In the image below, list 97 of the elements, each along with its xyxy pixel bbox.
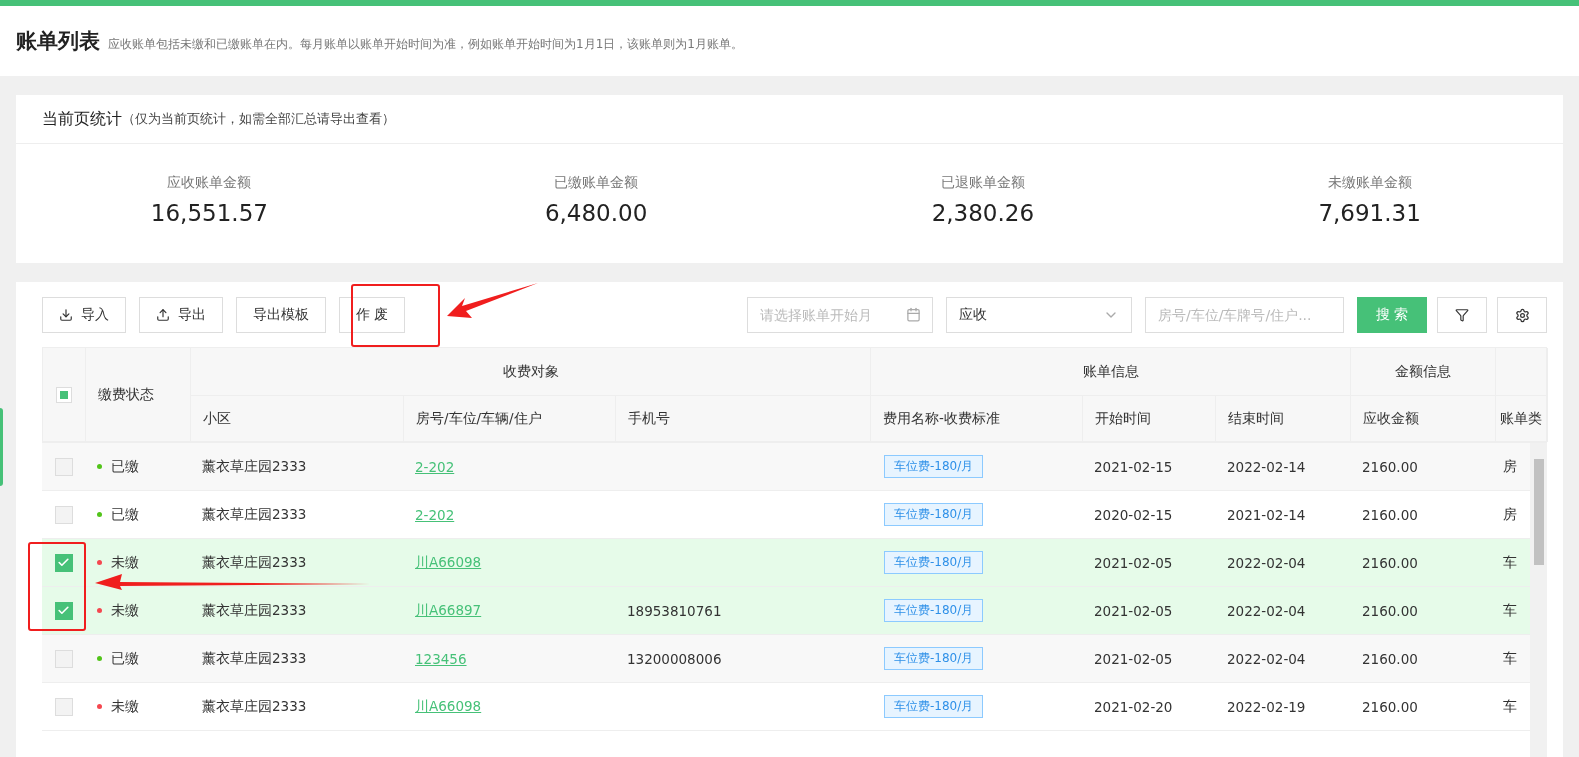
table-cell-text: 2021-02-15 [1093, 458, 1173, 475]
status-text: 已缴 [111, 457, 139, 476]
fee-tag: 车位费-180/月 [884, 647, 984, 670]
table-cell-text: 2021-02-05 [1093, 554, 1173, 571]
table-cell-text: 薰衣草庄园2333 [201, 457, 307, 476]
search-field[interactable]: 房号/车位/车牌号/住户... [1145, 297, 1344, 333]
row-checkbox[interactable] [54, 505, 73, 524]
table-cell-text: 2022-02-14 [1226, 458, 1306, 475]
fee-tag: 车位费-180/月 [884, 503, 984, 526]
table-cell-text: 车 [1502, 697, 1517, 716]
table-cell-text: 2022-02-04 [1226, 650, 1306, 667]
check-icon [57, 556, 70, 569]
month-field[interactable]: 请选择账单开始月 [747, 297, 933, 333]
table-cell-text: 2021-02-20 [1093, 698, 1173, 715]
table-cell-text: 薰衣草庄园2333 [201, 553, 307, 572]
toolbar-button[interactable]: 作 废 [339, 297, 406, 333]
column-header: 应收金额 [1363, 409, 1419, 428]
group-header: 账单信息 [1082, 362, 1139, 381]
toolbar-button[interactable]: 导出模板 [236, 297, 326, 333]
page-title: 账单列表 [16, 28, 100, 55]
table-cell-text: 2022-02-04 [1226, 602, 1306, 619]
filter-icon [1455, 308, 1469, 322]
fee-tag: 车位费-180/月 [884, 455, 984, 478]
status-text: 未缴 [111, 697, 139, 716]
stat-value: 7,691.31 [1318, 200, 1421, 226]
table-row[interactable]: 未缴 薰衣草庄园2333 川A66098 车位费-180/月 2021-02-05 2022-02-04 2160.00 车 [42, 539, 1530, 587]
toolbar-button[interactable]: 导出 [139, 297, 223, 333]
column-header: 开始时间 [1095, 409, 1151, 428]
column-header: 结束时间 [1228, 409, 1284, 428]
table-cell-text: 房 [1502, 457, 1517, 476]
filter-button[interactable] [1437, 297, 1487, 333]
fee-tag: 车位费-180/月 [884, 695, 984, 718]
group-header: 金额信息 [1395, 362, 1451, 381]
settings-button[interactable] [1497, 297, 1547, 333]
stat-label: 未缴账单金额 [1327, 174, 1412, 192]
scrollbar[interactable] [1530, 443, 1547, 757]
table-cell-text: 2021-02-05 [1093, 650, 1173, 667]
table-cell-text: 18953810761 [626, 602, 722, 619]
column-header: 房号/车位/车辆/住户 [416, 409, 542, 428]
column-header: 缴费状态 [98, 385, 154, 404]
check-icon [57, 604, 70, 617]
table-cell-text: 2021-02-14 [1226, 506, 1306, 523]
fee-tag: 车位费-180/月 [884, 551, 984, 574]
stats-title: 当前页统计 [42, 108, 122, 130]
fee-tag: 车位费-180/月 [884, 599, 984, 622]
row-checkbox[interactable] [54, 697, 73, 716]
calendar-icon [906, 307, 921, 322]
table-cell-text: 薰衣草庄园2333 [201, 505, 307, 524]
status-text: 已缴 [111, 505, 139, 524]
table-cell-text: 2160.00 [1361, 698, 1418, 715]
row-checkbox[interactable] [54, 649, 73, 668]
table-cell-text: 2022-02-04 [1226, 554, 1306, 571]
table-cell-text: 2160.00 [1361, 506, 1418, 523]
row-checkbox[interactable] [54, 601, 73, 620]
stat-label: 已缴账单金额 [554, 174, 639, 192]
table-cell-text: 车 [1502, 601, 1517, 620]
table-cell-text: 2022-02-19 [1226, 698, 1306, 715]
toolbar-button[interactable]: 导入 [42, 297, 126, 333]
download-icon [59, 308, 73, 322]
row-checkbox[interactable] [54, 457, 73, 476]
page-description: 应收账单包括未缴和已缴账单在内。每月账单以账单开始时间为准，例如账单开始时间为1月1日，该账单则为1月账单。 [108, 35, 743, 53]
status-text: 未缴 [111, 553, 139, 572]
table-cell-text: 薰衣草庄园2333 [201, 601, 307, 620]
table-cell-text: 车 [1502, 553, 1517, 572]
column-header: 手机号 [628, 409, 670, 428]
stat-value: 6,480.00 [544, 200, 648, 226]
table-row[interactable]: 已缴 薰衣草庄园2333 123456 13200008006 车位费-180/月 2021-02-05 2022-02-04 2160.00 车 [42, 635, 1530, 683]
stat-value: 2,380.26 [931, 200, 1035, 226]
table-cell-text: 2020-02-15 [1093, 506, 1173, 523]
column-header: 账单类 [1500, 409, 1542, 428]
status-text: 已缴 [111, 649, 139, 668]
table-row[interactable]: 未缴 薰衣草庄园2333 川A66897 18953810761 车位费-180/月 2021-02-05 2022-02-04 2160.00 车 [42, 587, 1530, 635]
table-cell-text: 车 [1502, 649, 1517, 668]
table-cell-text: 2160.00 [1361, 554, 1418, 571]
upload-icon [156, 308, 170, 322]
table-cell-text: 薰衣草庄园2333 [201, 697, 307, 716]
settings-icon [1514, 307, 1530, 323]
type-select[interactable]: 应收 [946, 297, 1132, 333]
table-cell-text: 薰衣草庄园2333 [201, 649, 307, 668]
table-cell-text: 2160.00 [1361, 458, 1418, 475]
stat-value: 16,551.57 [150, 200, 268, 226]
status-text: 未缴 [111, 601, 139, 620]
table-cell-text: 2160.00 [1361, 650, 1418, 667]
column-header: 小区 [203, 409, 231, 428]
table-cell-text: 房 [1502, 505, 1517, 524]
group-header: 收费对象 [502, 362, 559, 381]
table-cell-text: 13200008006 [626, 650, 722, 667]
select-all-checkbox[interactable] [56, 386, 72, 403]
table-row[interactable]: 已缴 薰衣草庄园2333 2-202 车位费-180/月 2021-02-15 2022-02-14 2160.00 房 [42, 443, 1530, 491]
stats-note: （仅为当前页统计，如需全部汇总请导出查看） [122, 110, 395, 128]
table-cell-text: 2021-02-05 [1093, 602, 1173, 619]
column-header: 费用名称-收费标准 [883, 409, 1000, 428]
table-cell-text: 2160.00 [1361, 602, 1418, 619]
row-checkbox[interactable] [54, 553, 73, 572]
side-tab[interactable] [0, 408, 3, 486]
stat-label: 已退账单金额 [940, 174, 1025, 192]
stat-label: 应收账单金额 [167, 174, 252, 192]
